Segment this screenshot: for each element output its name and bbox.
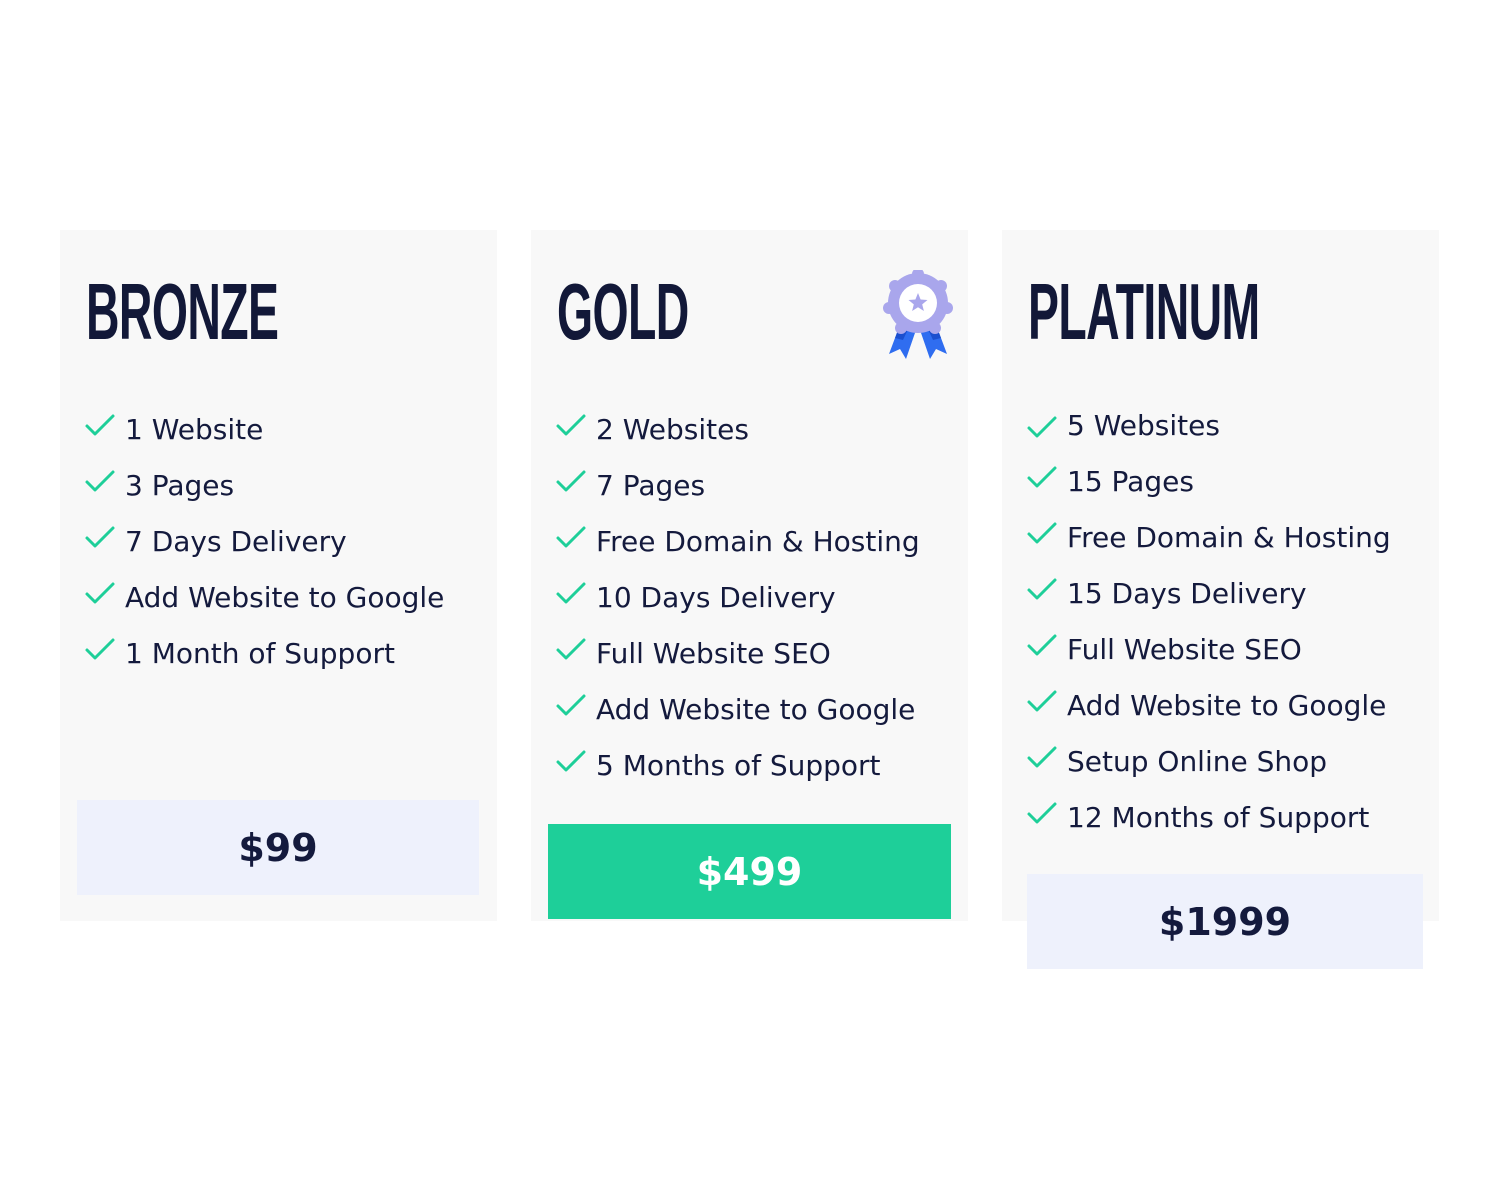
feature-label: 15 Days Delivery	[1067, 577, 1307, 610]
feature-label: Setup Online Shop	[1067, 745, 1328, 778]
feature-item: 2 Websites	[555, 402, 920, 458]
check-icon	[1027, 466, 1057, 488]
check-icon	[556, 414, 586, 436]
feature-item: 15 Days Delivery	[1026, 566, 1391, 622]
feature-label: 1 Month of Support	[125, 637, 395, 670]
plan-title: PLATINUM	[1028, 267, 1260, 356]
pricing-card-bronze: BRONZE 1 Website 3 Pages 7 Days Delivery…	[60, 230, 497, 921]
feature-item: 15 Pages	[1026, 454, 1391, 510]
feature-item: 7 Pages	[555, 458, 920, 514]
feature-item: Add Website to Google	[555, 682, 920, 738]
feature-label: Add Website to Google	[1067, 689, 1387, 722]
feature-list: 1 Website 3 Pages 7 Days Delivery Add We…	[84, 402, 444, 682]
feature-label: Full Website SEO	[1067, 633, 1302, 666]
feature-item: 10 Days Delivery	[555, 570, 920, 626]
feature-label: 5 Websites	[1067, 409, 1220, 442]
feature-label: 7 Days Delivery	[125, 525, 347, 558]
feature-label: Free Domain & Hosting	[1067, 521, 1391, 554]
pricing-card-platinum: PLATINUM 5 Websites 15 Pages Free Domain…	[1002, 230, 1439, 969]
plan-title: GOLD	[557, 267, 689, 356]
check-icon	[85, 582, 115, 604]
feature-list: 5 Websites 15 Pages Free Domain & Hostin…	[1026, 398, 1391, 846]
feature-label: Full Website SEO	[596, 637, 831, 670]
plan-title: BRONZE	[86, 267, 279, 356]
feature-label: 10 Days Delivery	[596, 581, 836, 614]
check-icon	[556, 582, 586, 604]
check-icon	[1027, 746, 1057, 768]
check-icon	[85, 414, 115, 436]
feature-item: 1 Month of Support	[84, 626, 444, 682]
check-icon	[1027, 634, 1057, 656]
feature-item: 5 Websites	[1026, 398, 1391, 454]
feature-item: Add Website to Google	[84, 570, 444, 626]
feature-label: 15 Pages	[1067, 465, 1194, 498]
check-icon	[1027, 416, 1057, 438]
feature-item: Free Domain & Hosting	[1026, 510, 1391, 566]
award-ribbon-icon	[883, 270, 953, 359]
feature-item: 3 Pages	[84, 458, 444, 514]
feature-label: Add Website to Google	[125, 581, 445, 614]
check-icon	[556, 750, 586, 772]
feature-label: 5 Months of Support	[596, 749, 881, 782]
check-icon	[556, 638, 586, 660]
check-icon	[1027, 522, 1057, 544]
feature-item: 5 Months of Support	[555, 738, 920, 794]
feature-label: 1 Website	[125, 413, 264, 446]
feature-label: 7 Pages	[596, 469, 706, 502]
feature-item: Full Website SEO	[555, 626, 920, 682]
feature-label: Free Domain & Hosting	[596, 525, 920, 558]
check-icon	[556, 470, 586, 492]
feature-label: 3 Pages	[125, 469, 235, 502]
check-icon	[85, 470, 115, 492]
check-icon	[1027, 690, 1057, 712]
feature-item: Add Website to Google	[1026, 678, 1391, 734]
feature-label: 2 Websites	[596, 413, 749, 446]
check-icon	[1027, 578, 1057, 600]
price-button-gold[interactable]: $499	[548, 824, 951, 919]
check-icon	[556, 526, 586, 548]
price-button-bronze[interactable]: $99	[77, 800, 479, 895]
feature-item: 12 Months of Support	[1026, 790, 1391, 846]
feature-item: Setup Online Shop	[1026, 734, 1391, 790]
feature-item: 1 Website	[84, 402, 444, 458]
check-icon	[1027, 802, 1057, 824]
feature-label: 12 Months of Support	[1067, 801, 1370, 834]
check-icon	[85, 526, 115, 548]
feature-item: 7 Days Delivery	[84, 514, 444, 570]
price-button-platinum[interactable]: $1999	[1027, 874, 1423, 969]
feature-list: 2 Websites 7 Pages Free Domain & Hosting…	[555, 402, 920, 794]
feature-label: Add Website to Google	[596, 693, 916, 726]
pricing-card-gold: GOLD 2 Websites 7 Pages Free Domain & Ho…	[531, 230, 968, 921]
check-icon	[85, 638, 115, 660]
check-icon	[556, 694, 586, 716]
feature-item: Full Website SEO	[1026, 622, 1391, 678]
feature-item: Free Domain & Hosting	[555, 514, 920, 570]
